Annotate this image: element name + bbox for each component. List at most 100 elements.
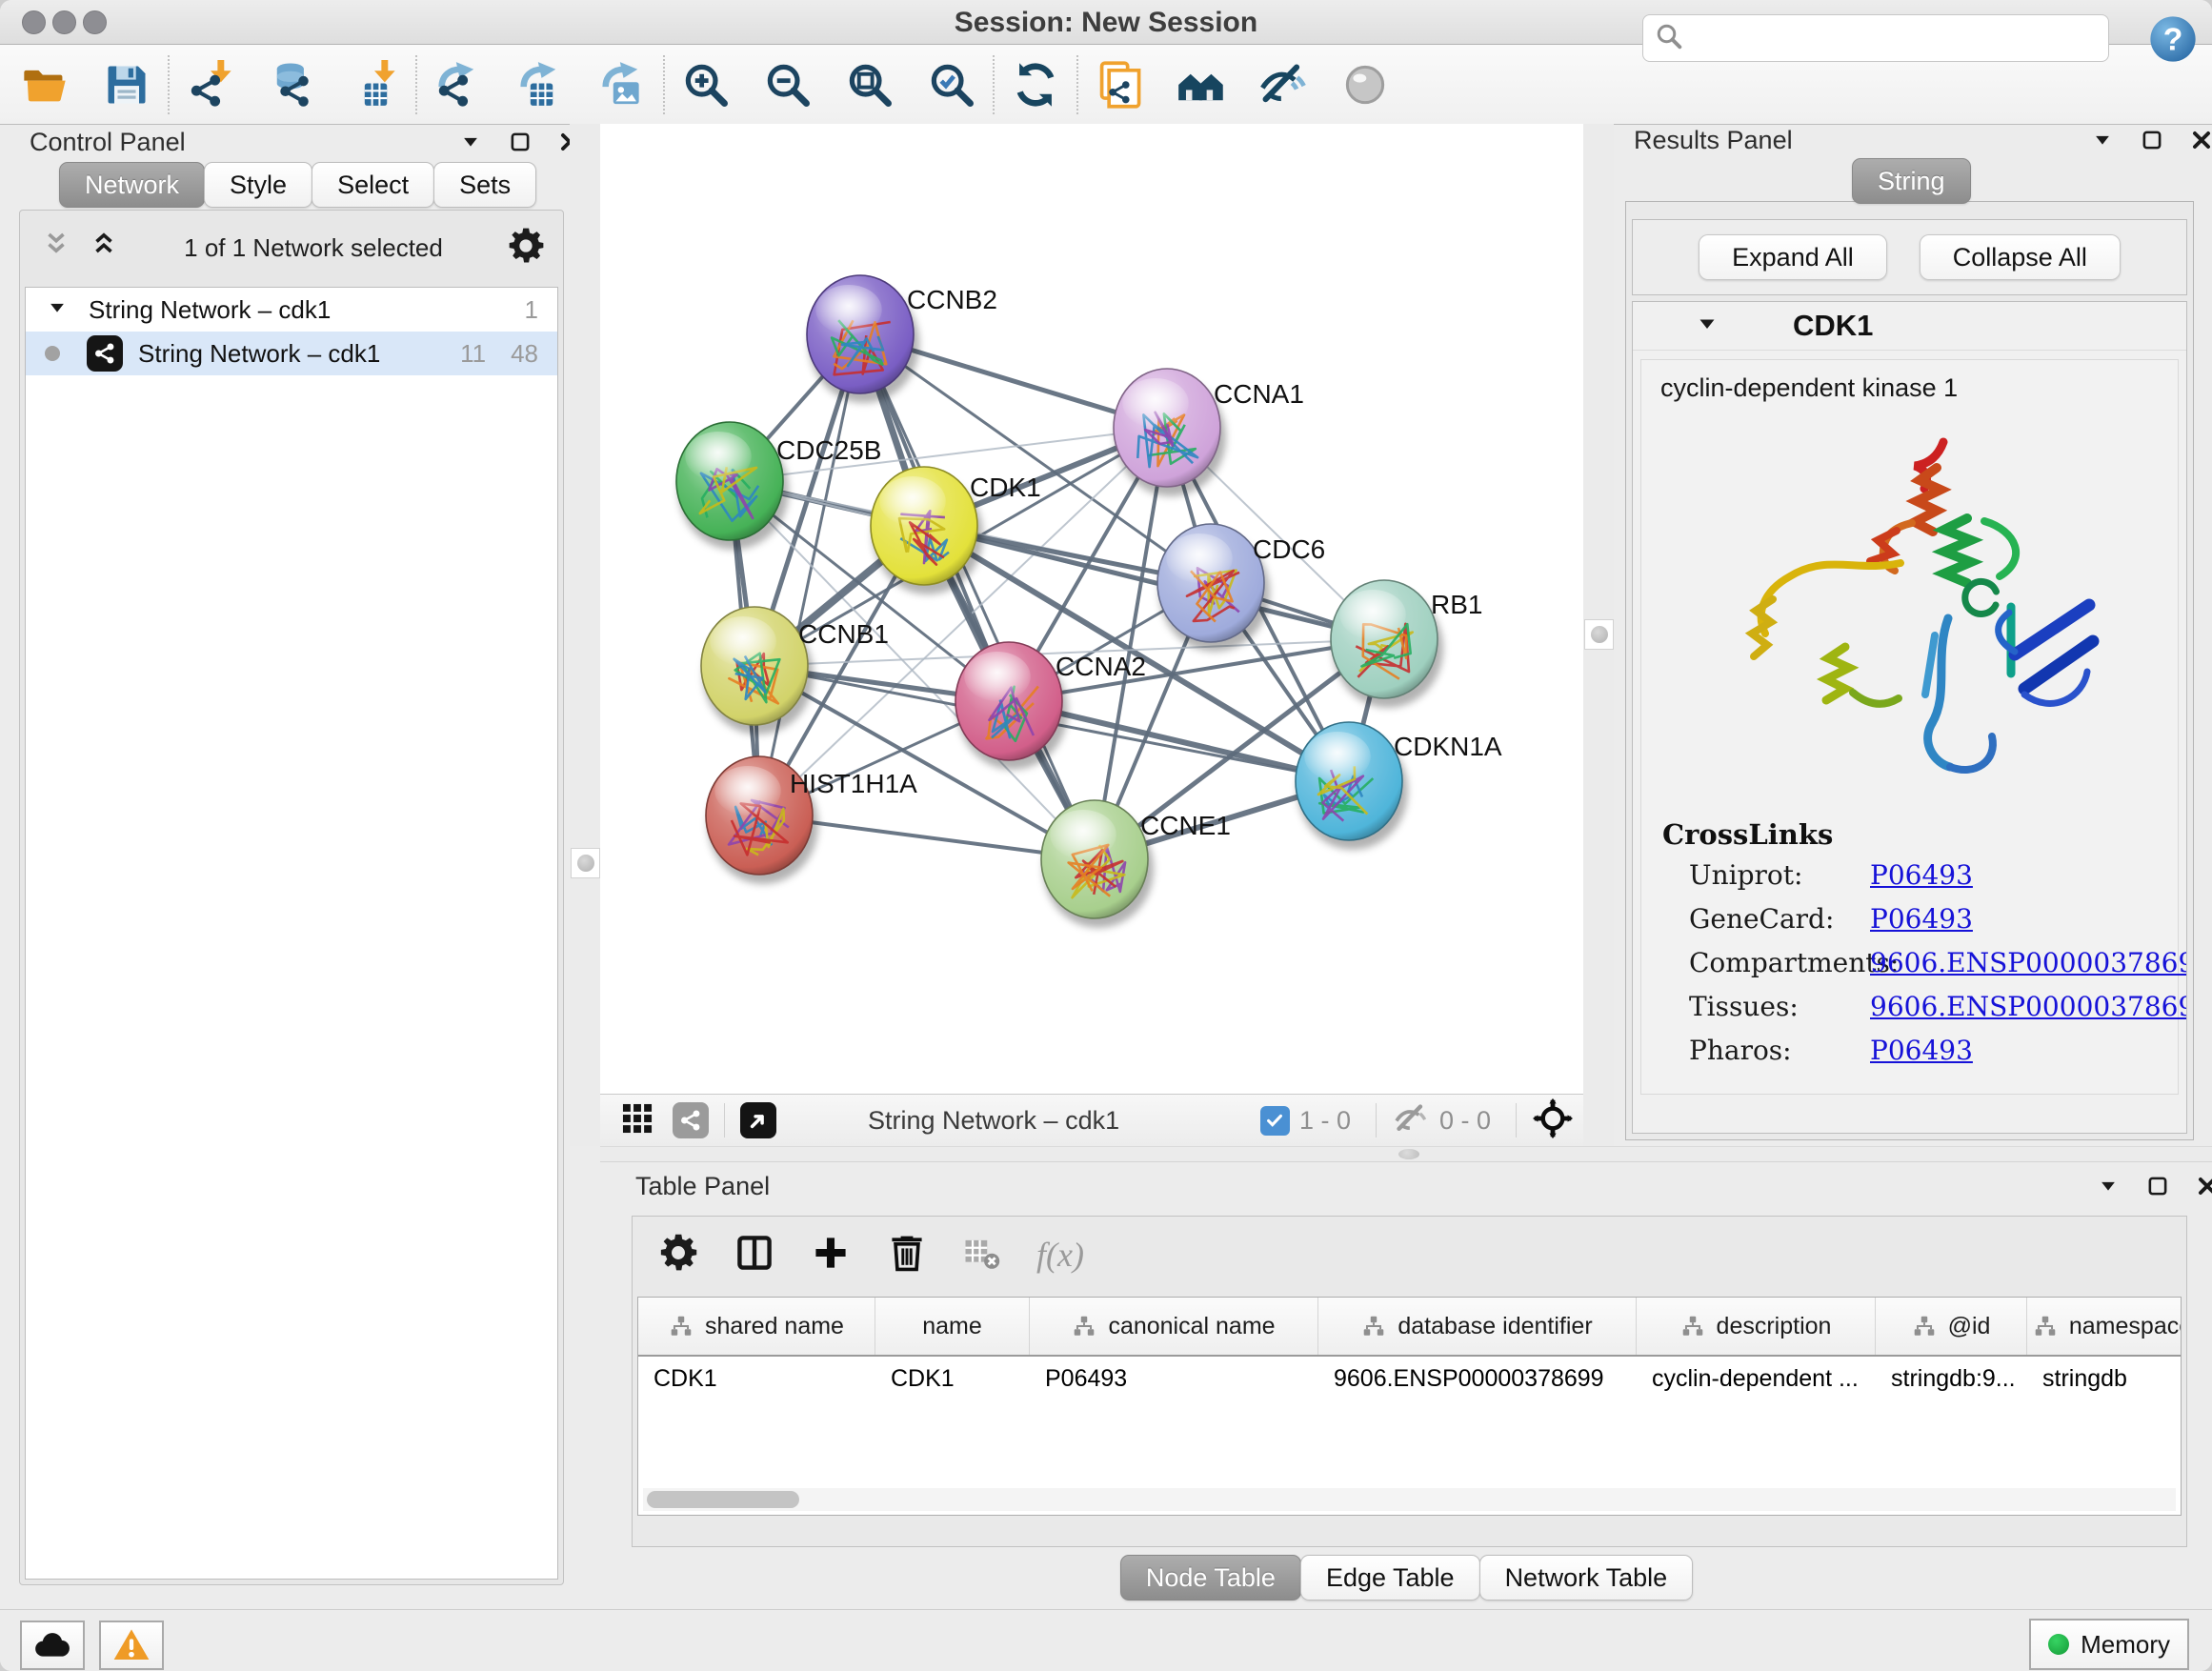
table-cell[interactable]: stringdb:9... — [1876, 1365, 2027, 1393]
scrollbar-thumb[interactable] — [647, 1491, 799, 1508]
panel-menu-icon[interactable] — [2096, 1174, 2121, 1198]
crosslink-link[interactable]: 9606.ENSP00000378699 — [1870, 991, 2187, 1022]
column-header-namespace[interactable]: namespace — [2027, 1298, 2182, 1355]
tab-node-table[interactable]: Node Table — [1120, 1555, 1301, 1601]
network-node-HIST1H1A[interactable]: HIST1H1A — [706, 756, 917, 884]
import-network-button[interactable] — [181, 52, 240, 117]
network-row-selected[interactable]: String Network – cdk1 11 48 — [26, 332, 557, 375]
network-node-CDKN1A[interactable]: CDKN1A — [1296, 722, 1502, 850]
left-splitter-handle[interactable] — [571, 848, 600, 878]
network-node-CCNA2[interactable]: CCNA2 — [955, 642, 1146, 770]
column-header-database-identifier[interactable]: database identifier — [1318, 1298, 1637, 1355]
table-cell[interactable]: 9606.ENSP00000378699 — [1318, 1365, 1637, 1393]
table-cell[interactable]: CDK1 — [875, 1365, 1030, 1393]
float-panel-icon[interactable] — [508, 130, 533, 154]
expand-all-button[interactable]: Expand All — [1699, 234, 1887, 280]
export-table-button[interactable] — [511, 52, 570, 117]
panel-menu-icon[interactable] — [2090, 128, 2115, 152]
expand-all-icon[interactable] — [87, 229, 121, 268]
tab-sets[interactable]: Sets — [433, 162, 536, 208]
table-cell[interactable]: cyclin-dependent ... — [1637, 1365, 1876, 1393]
crosslink-link[interactable]: P06493 — [1870, 903, 1973, 935]
network-node-CCNB2[interactable]: CCNB2 — [807, 275, 997, 403]
show-columns-icon[interactable] — [734, 1232, 775, 1278]
tab-string[interactable]: String — [1852, 158, 1971, 204]
refresh-button[interactable] — [1006, 52, 1065, 117]
tab-edge-table[interactable]: Edge Table — [1300, 1555, 1480, 1601]
column-header-canonical-name[interactable]: canonical name — [1030, 1298, 1318, 1355]
network-edge[interactable] — [759, 334, 860, 815]
show-details-button[interactable] — [1336, 52, 1395, 117]
search-input[interactable] — [1693, 23, 2097, 54]
network-node-RB1[interactable]: RB1 — [1331, 580, 1482, 708]
hidden-eye-slash-icon[interactable] — [1392, 1099, 1430, 1142]
table-cell[interactable]: P06493 — [1030, 1365, 1318, 1393]
right-splitter[interactable] — [1583, 124, 1614, 1146]
home-button[interactable] — [1172, 52, 1231, 117]
collapse-all-button[interactable]: Collapse All — [1920, 234, 2121, 280]
left-splitter[interactable] — [570, 124, 600, 1146]
network-canvas[interactable]: CCNB2 CCNA1 CDC25B CDK1 CDC6 RB1 CCNB1 C… — [600, 124, 1583, 1094]
export-image-button[interactable] — [593, 52, 652, 117]
node-table[interactable]: shared namenamecanonical namedatabase id… — [637, 1297, 2182, 1516]
column-header-shared-name[interactable]: shared name — [638, 1298, 875, 1355]
import-database-button[interactable] — [263, 52, 322, 117]
gene-expander-icon[interactable] — [1696, 312, 1719, 340]
collection-expander-icon[interactable] — [47, 295, 68, 325]
crosslink-link[interactable]: P06493 — [1870, 859, 1973, 891]
open-session-button[interactable] — [15, 52, 74, 117]
cloud-status-button[interactable] — [20, 1621, 85, 1670]
float-panel-icon[interactable] — [2145, 1174, 2170, 1198]
close-panel-icon[interactable] — [2189, 128, 2212, 152]
birdseye-navigator-icon[interactable] — [740, 1102, 776, 1138]
tab-network-table[interactable]: Network Table — [1479, 1555, 1694, 1601]
network-node-CDC6[interactable]: CDC6 — [1157, 524, 1325, 652]
add-column-icon[interactable] — [810, 1232, 852, 1278]
column-header-description[interactable]: description — [1637, 1298, 1876, 1355]
table-cell[interactable]: stringdb — [2027, 1365, 2182, 1393]
selected-checkbox-icon[interactable] — [1260, 1106, 1290, 1136]
zoom-fit-button[interactable] — [840, 52, 899, 117]
view-network-icon[interactable] — [673, 1102, 709, 1138]
zoom-selected-button[interactable] — [922, 52, 981, 117]
collapse-all-icon[interactable] — [39, 229, 73, 268]
memory-button[interactable]: Memory — [2029, 1619, 2189, 1670]
network-collection-row[interactable]: String Network – cdk1 1 — [26, 288, 557, 332]
import-table-button[interactable] — [345, 52, 404, 117]
toolbar-search[interactable] — [1642, 14, 2109, 62]
fit-selection-crosshair-icon[interactable] — [1532, 1097, 1574, 1144]
delete-column-icon[interactable] — [886, 1232, 928, 1278]
zoom-out-button[interactable] — [758, 52, 817, 117]
view-grid-icon[interactable] — [619, 1100, 655, 1141]
tab-network[interactable]: Network — [59, 162, 205, 208]
panel-menu-icon[interactable] — [458, 130, 483, 154]
network-node-CDC25B[interactable]: CDC25B — [676, 422, 881, 550]
float-panel-icon[interactable] — [2140, 128, 2164, 152]
session-file-network-button[interactable] — [1090, 52, 1149, 117]
network-node-CCNA1[interactable]: CCNA1 — [1114, 369, 1304, 496]
column-header--id[interactable]: @id — [1876, 1298, 2027, 1355]
crosslink-link[interactable]: P06493 — [1870, 1035, 1973, 1066]
table-horizontal-scrollbar[interactable] — [643, 1488, 2176, 1511]
export-network-button[interactable] — [429, 52, 488, 117]
help-button[interactable]: ? — [2147, 13, 2199, 65]
network-graph[interactable]: CCNB2 CCNA1 CDC25B CDK1 CDC6 RB1 CCNB1 C… — [600, 124, 1583, 1094]
tab-select[interactable]: Select — [312, 162, 434, 208]
table-cell[interactable]: CDK1 — [638, 1365, 875, 1393]
network-node-CCNB1[interactable]: CCNB1 — [701, 607, 889, 735]
hide-details-button[interactable] — [1254, 52, 1313, 117]
network-options-gear-icon[interactable] — [506, 226, 546, 271]
horizontal-splitter-handle[interactable] — [1398, 1149, 1419, 1159]
tab-style[interactable]: Style — [204, 162, 312, 208]
column-header-name[interactable]: name — [875, 1298, 1030, 1355]
right-splitter-handle[interactable] — [1584, 619, 1614, 650]
crosslink-link[interactable]: 9606.ENSP00000378699 — [1870, 947, 2187, 978]
close-panel-icon[interactable] — [2195, 1174, 2212, 1198]
network-node-CCNE1[interactable]: CCNE1 — [1041, 800, 1231, 928]
table-row[interactable]: CDK1CDK1P064939606.ENSP00000378699cyclin… — [638, 1357, 2181, 1400]
warnings-button[interactable] — [99, 1621, 164, 1670]
zoom-in-button[interactable] — [676, 52, 735, 117]
save-session-button[interactable] — [97, 52, 156, 117]
network-node-CDK1[interactable]: CDK1 — [871, 467, 1041, 594]
gene-section-header[interactable]: CDK1 — [1633, 302, 2186, 351]
